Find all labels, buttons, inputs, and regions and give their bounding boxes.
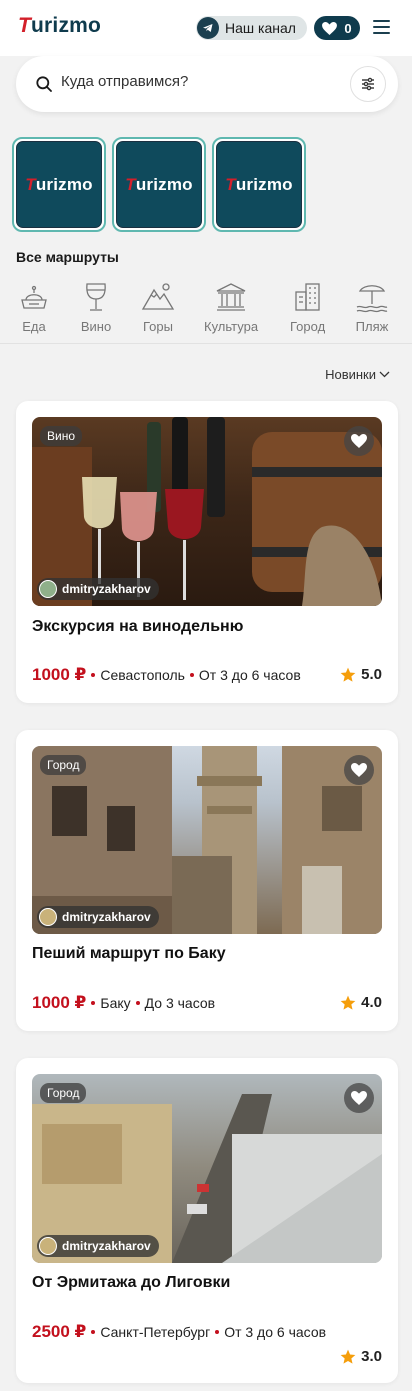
story-item[interactable]: Turizmo (112, 137, 206, 232)
story-logo: Turizmo (125, 174, 193, 194)
route-photo: Город dmitryzakharov (32, 1074, 382, 1263)
duration: От 3 до 6 часов (198, 667, 301, 683)
rating-value: 3.0 (361, 1348, 382, 1365)
filter-button[interactable] (350, 66, 386, 102)
category-badge: Вино (40, 426, 83, 446)
card-title: От Эрмитажа до Лиговки (32, 1274, 231, 1291)
divider (0, 343, 412, 344)
chevron-down-icon (379, 371, 390, 378)
rating: 3.0 (340, 1348, 382, 1365)
avatar (39, 1237, 57, 1255)
favorites-count: 0 (344, 20, 352, 36)
route-photo: Город dmitryzakharov (32, 746, 382, 934)
search-bar (16, 56, 398, 112)
price: 1000 ₽ (32, 993, 87, 1012)
card-title: Пеший маршрут по Баку (32, 945, 226, 962)
favorite-button[interactable] (344, 755, 374, 785)
category-badge: Город (40, 755, 87, 775)
our-channel-button[interactable]: Наш канал (196, 16, 307, 40)
sort-selected: Новинки (325, 367, 376, 382)
logo[interactable]: Turizmo (18, 14, 101, 38)
museum-icon (216, 283, 246, 311)
wine-icon (86, 283, 106, 311)
sort-dropdown[interactable]: Новинки (325, 367, 390, 382)
city: Баку (100, 995, 131, 1011)
rating: 5.0 (340, 666, 382, 683)
story-item[interactable]: Turizmo (12, 137, 106, 232)
route-card[interactable]: Город dmitryzakharov Пеший маршрут по Ба… (16, 730, 398, 1031)
duration: До 3 часов (144, 995, 216, 1011)
star-icon (340, 995, 356, 1010)
food-icon (21, 285, 47, 309)
menu-icon[interactable] (373, 20, 390, 34)
rating: 4.0 (340, 994, 382, 1011)
heart-icon (351, 1091, 367, 1105)
author-chip[interactable]: dmitryzakharov (37, 906, 159, 928)
our-channel-label: Наш канал (225, 20, 296, 36)
heart-icon (322, 21, 338, 35)
category-wine[interactable]: Вино (79, 280, 113, 334)
favorite-button[interactable] (344, 1083, 374, 1113)
story-logo: Turizmo (225, 174, 293, 194)
card-meta: 1000 ₽ Баку До 3 часов (32, 993, 215, 1013)
stories-row: Turizmo Turizmo Turizmo (12, 137, 306, 232)
author-name: dmitryzakharov (62, 1239, 151, 1253)
category-food[interactable]: Еда (17, 280, 51, 334)
story-logo: Turizmo (25, 174, 93, 194)
route-card[interactable]: Город dmitryzakharov От Эрмитажа до Лиго… (16, 1058, 398, 1383)
city: Санкт-Петербург (100, 1324, 211, 1340)
route-photo: Вино dmitryzakharov (32, 417, 382, 606)
avatar (39, 580, 57, 598)
price: 1000 ₽ (32, 665, 87, 684)
category-culture[interactable]: Культура (204, 280, 258, 334)
telegram-icon (197, 17, 219, 39)
route-card[interactable]: Вино dmitryzakharov Экскурсия на винодел… (16, 401, 398, 703)
category-city[interactable]: Город (290, 280, 325, 334)
city-icon (294, 283, 320, 311)
category-mountains[interactable]: Горы (141, 280, 175, 334)
author-name: dmitryzakharov (62, 910, 151, 924)
author-name: dmitryzakharov (62, 582, 151, 596)
heart-icon (351, 434, 367, 448)
heart-icon (351, 763, 367, 777)
rating-value: 5.0 (361, 666, 382, 683)
category-tabs: Еда Вино Горы Культура Город Пляж (0, 280, 412, 344)
card-meta: 1000 ₽ Севастополь От 3 до 6 часов (32, 665, 301, 685)
avatar (39, 908, 57, 926)
filter-icon (362, 77, 374, 91)
price: 2500 ₽ (32, 1322, 87, 1341)
all-routes-heading: Все маршруты (16, 249, 119, 265)
city: Севастополь (100, 667, 185, 683)
category-beach[interactable]: Пляж (355, 280, 389, 334)
story-item[interactable]: Turizmo (212, 137, 306, 232)
search-icon (36, 76, 52, 92)
card-title: Экскурсия на винодельню (32, 618, 244, 635)
rating-value: 4.0 (361, 994, 382, 1011)
author-chip[interactable]: dmitryzakharov (37, 1235, 159, 1257)
category-badge: Город (40, 1083, 87, 1103)
star-icon (340, 667, 356, 682)
favorite-button[interactable] (344, 426, 374, 456)
mountains-icon (141, 283, 175, 310)
header: Turizmo Наш канал 0 (0, 0, 412, 56)
favorites-button[interactable]: 0 (314, 16, 360, 40)
author-chip[interactable]: dmitryzakharov (37, 578, 159, 600)
card-meta: 2500 ₽ Санкт-Петербург От 3 до 6 часов (32, 1322, 326, 1342)
star-icon (340, 1349, 356, 1364)
duration: От 3 до 6 часов (224, 1324, 327, 1340)
beach-icon (356, 285, 388, 313)
search-input[interactable] (61, 73, 341, 90)
